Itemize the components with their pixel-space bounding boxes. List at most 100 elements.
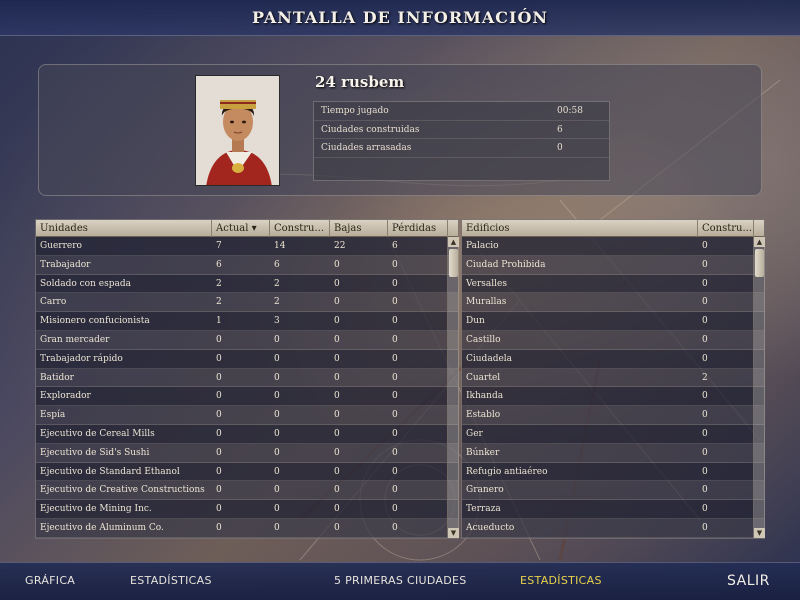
table-cell: Murallas [466, 297, 507, 308]
table-cell: 6 [392, 241, 398, 251]
table-row[interactable]: Dun 0 [462, 312, 764, 331]
table-cell: 0 [274, 372, 280, 383]
table-row[interactable]: Trabajador 6 6 0 0 [36, 255, 458, 275]
table-row[interactable]: Castillo 0 [462, 330, 764, 350]
table-cell: 0 [334, 485, 340, 496]
table-cell: 2 [216, 278, 222, 289]
table-cell: Ejecutivo de Mining Inc. [40, 504, 152, 515]
table-row[interactable]: Trabajador rápido 0 0 0 0 [36, 349, 458, 369]
table-cell: Establo [466, 410, 501, 421]
table-row[interactable]: Ejecutivo de Mining Inc. 0 0 0 0 [36, 500, 458, 519]
column-header-current[interactable]: Actual ▾ [212, 220, 270, 237]
scroll-down-icon[interactable]: ▼ [448, 528, 459, 538]
table-row[interactable]: Ejecutivo de Standard Ethanol 0 0 0 0 [36, 462, 458, 482]
table-row[interactable]: Ejecutivo de Aluminum Co. 0 0 0 0 [36, 518, 458, 538]
stat-label: Ciudades arrasadas [321, 143, 412, 153]
table-cell: Soldado con espada [40, 278, 131, 289]
table-cell: 1 [216, 316, 222, 327]
table-cell: 0 [702, 466, 708, 477]
scroll-thumb[interactable] [755, 249, 764, 277]
table-cell: 0 [274, 466, 280, 477]
table-row[interactable]: Palacio 0 [462, 237, 764, 256]
table-row[interactable]: Explorador 0 0 0 0 [36, 387, 458, 407]
table-cell: 0 [392, 447, 398, 458]
stat-value: 6 [557, 124, 563, 135]
table-cell: 0 [392, 278, 398, 289]
table-cell: 0 [392, 334, 398, 345]
table-row[interactable]: Ikhanda 0 [462, 387, 764, 407]
table-row[interactable]: Versalles 0 [462, 274, 764, 294]
table-cell: 0 [702, 485, 708, 496]
table-cell: 0 [216, 391, 222, 402]
table-row[interactable]: Soldado con espada 2 2 0 0 [36, 274, 458, 294]
table-row[interactable]: Establo 0 [462, 406, 764, 425]
table-row[interactable]: Refugio antiaéreo 0 [462, 462, 764, 482]
table-row[interactable]: Murallas 0 [462, 293, 764, 313]
buildings-scrollbar[interactable]: ▲ ▼ [753, 237, 765, 538]
scroll-thumb[interactable] [449, 249, 458, 277]
table-cell: Ikhanda [466, 391, 504, 402]
table-cell: 0 [702, 297, 708, 308]
table-cell: 0 [334, 522, 340, 533]
units-table-body: Guerrero 7 14 22 6 Trabajador 6 6 0 0 Soldado con … [36, 237, 458, 538]
table-cell: 0 [392, 522, 398, 533]
table-cell: 0 [216, 372, 222, 383]
scroll-up-icon[interactable]: ▲ [754, 237, 765, 247]
table-row[interactable]: Ciudadela 0 [462, 349, 764, 369]
table-cell: 0 [274, 410, 280, 421]
column-header-losses[interactable]: Pérdidas [388, 220, 448, 237]
table-row[interactable]: Misionero confucionista 1 3 0 0 [36, 312, 458, 331]
player-stats: Tiempo jugado 00:58 Ciudades construidas… [313, 101, 610, 181]
table-row[interactable]: Ger 0 [462, 424, 764, 444]
units-scrollbar[interactable]: ▲ ▼ [447, 237, 459, 538]
table-row[interactable]: Granero 0 [462, 481, 764, 501]
table-cell: 0 [392, 297, 398, 308]
stat-value: 0 [557, 143, 563, 153]
table-row[interactable]: Cuartel 2 [462, 368, 764, 388]
table-row[interactable]: Batidor 0 0 0 0 [36, 368, 458, 388]
table-cell: 0 [702, 522, 708, 533]
stat-value: 00:58 [557, 106, 583, 116]
table-cell: 0 [216, 334, 222, 345]
table-cell: Búnker [466, 447, 500, 458]
table-cell: 0 [392, 391, 398, 402]
table-cell: Cuartel [466, 372, 501, 383]
nav-statistics-button[interactable]: ESTADÍSTICAS [130, 574, 212, 587]
column-header-buildings[interactable]: Edificios [462, 220, 698, 237]
table-cell: 0 [392, 410, 398, 421]
table-cell: 0 [334, 428, 340, 439]
table-row[interactable]: Gran mercader 0 0 0 0 [36, 330, 458, 350]
table-row[interactable]: Acueducto 0 [462, 518, 764, 538]
table-cell: Castillo [466, 334, 501, 345]
table-row[interactable]: Guerrero 7 14 22 6 [36, 237, 458, 256]
table-row[interactable]: Ejecutivo de Creative Constructions 0 0 0 0 [36, 481, 458, 501]
column-header-units[interactable]: Unidades [36, 220, 212, 237]
scroll-up-icon[interactable]: ▲ [448, 237, 459, 247]
table-row[interactable]: Terraza 0 [462, 500, 764, 519]
column-header-built[interactable]: Constru... [270, 220, 330, 237]
table-cell: Explorador [40, 391, 91, 402]
table-row[interactable]: Búnker 0 [462, 443, 764, 463]
nav-top-cities-button[interactable]: 5 PRIMERAS CIUDADES [334, 574, 467, 587]
table-cell: 0 [334, 410, 340, 421]
table-row[interactable]: Espía 0 0 0 0 [36, 406, 458, 425]
table-cell: 0 [274, 504, 280, 515]
nav-graph-button[interactable]: GRÁFICA [25, 574, 75, 587]
table-row[interactable]: Ejecutivo de Cereal Mills 0 0 0 0 [36, 424, 458, 444]
table-cell: 2 [216, 297, 222, 308]
table-cell: 0 [702, 278, 708, 289]
table-row[interactable]: Ejecutivo de Sid's Sushi 0 0 0 0 [36, 443, 458, 463]
column-header-kills[interactable]: Bajas [330, 220, 388, 237]
leader-portrait [195, 75, 280, 186]
column-header-built[interactable]: Constru... [698, 220, 754, 237]
table-cell: Versalles [466, 278, 507, 289]
scroll-down-icon[interactable]: ▼ [754, 528, 765, 538]
table-cell: 2 [274, 297, 280, 308]
table-cell: 0 [274, 353, 280, 364]
table-row[interactable]: Ciudad Prohibida 0 [462, 255, 764, 275]
table-cell: 0 [334, 353, 340, 364]
nav-statistics-active-button[interactable]: ESTADÍSTICAS [520, 574, 602, 587]
table-row[interactable]: Carro 2 2 0 0 [36, 293, 458, 313]
title-bar: PANTALLA DE INFORMACIÓN [0, 0, 800, 36]
exit-button[interactable]: SALIR [727, 573, 770, 589]
